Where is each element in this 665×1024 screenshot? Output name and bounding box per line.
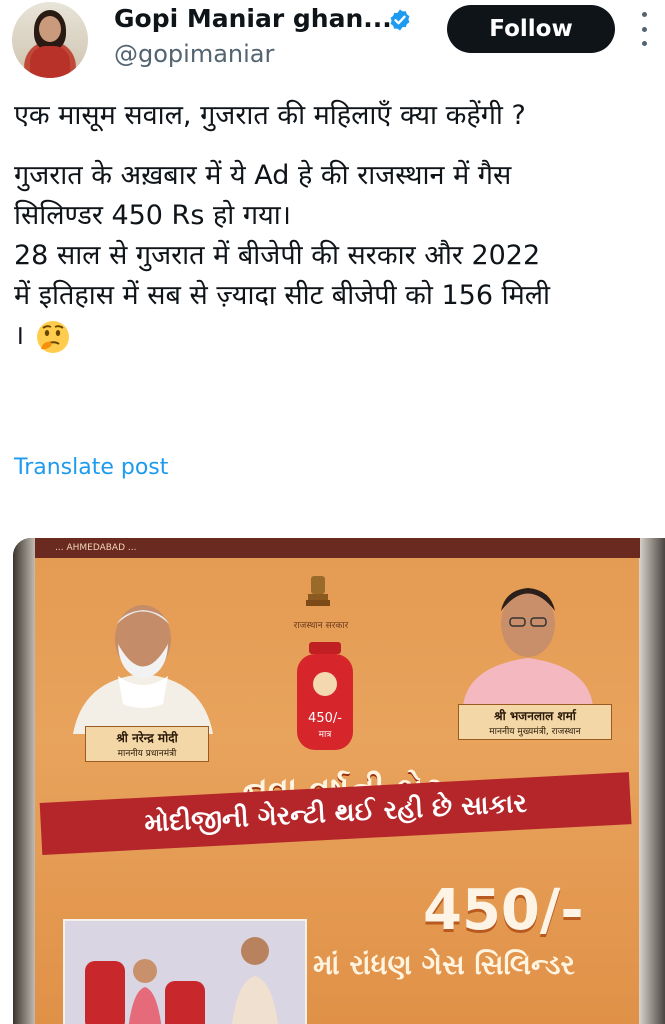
post-text-line: । xyxy=(14,316,659,356)
portrait-left xyxy=(73,605,213,734)
post-view: Gopi Maniar ghan... @gopimaniar Follow ए… xyxy=(0,0,665,1024)
emblem-icon xyxy=(306,576,330,606)
newspaper-masthead: ... AHMEDABAD ... xyxy=(35,538,640,558)
post-text-line: एक मासूम सवाल, गुजरात की महिलाएँ क्या कह… xyxy=(14,100,526,131)
caption-left: श्री नरेन्द्र मोदी माननीय प्रधानमंत्री xyxy=(85,726,209,762)
display-name[interactable]: Gopi Maniar ghan... xyxy=(114,4,392,33)
user-handle[interactable]: @gopimaniar xyxy=(114,40,274,68)
verified-badge-icon xyxy=(390,9,410,31)
svg-text:मात्र: मात्र xyxy=(319,730,333,740)
caption-right: श्री भजनलाल शर्मा माननीय मुख्यमंत्री, रा… xyxy=(458,704,612,740)
more-options-icon[interactable] xyxy=(630,12,658,46)
gas-cylinder-icon: 450/- मात्र xyxy=(297,642,353,750)
ad-price-caption: માં રાંધણ ગેસ સિલિન્ડર xyxy=(313,948,575,981)
ad-price: 450/- xyxy=(423,878,584,943)
paper-edge xyxy=(13,538,37,1024)
paper-edge xyxy=(639,538,665,1024)
post-text-line: 28 साल से गुजरात में बीजेपी की सरकार और … xyxy=(14,240,541,271)
post-text-line: गुजरात के अख़बार में ये Ad हे की राजस्था… xyxy=(14,160,512,191)
post-header: Gopi Maniar ghan... @gopimaniar Follow xyxy=(0,0,665,80)
post-text-line: में इतिहास में सब से ज़्यादा सीट बीजेपी … xyxy=(14,280,551,311)
post-text: एक मासूम सवाल, गुजरात की महिलाएँ क्या कह… xyxy=(14,96,659,356)
emblem-caption: राजस्थान सरकार xyxy=(293,621,349,631)
post-image[interactable]: ... AHMEDABAD ... राजस्थान सरकार श्री नर… xyxy=(13,538,665,1024)
translate-post-link[interactable]: Translate post xyxy=(14,455,168,480)
svg-text:450/-: 450/- xyxy=(308,711,342,726)
post-text-line: सिलिण्डर 450 Rs हो गया। xyxy=(14,200,291,231)
follow-button[interactable]: Follow xyxy=(447,5,615,53)
ad-inset-photo xyxy=(63,919,307,1024)
portrait-right xyxy=(463,588,593,706)
thinking-face-icon xyxy=(36,320,69,353)
avatar[interactable] xyxy=(12,2,88,78)
